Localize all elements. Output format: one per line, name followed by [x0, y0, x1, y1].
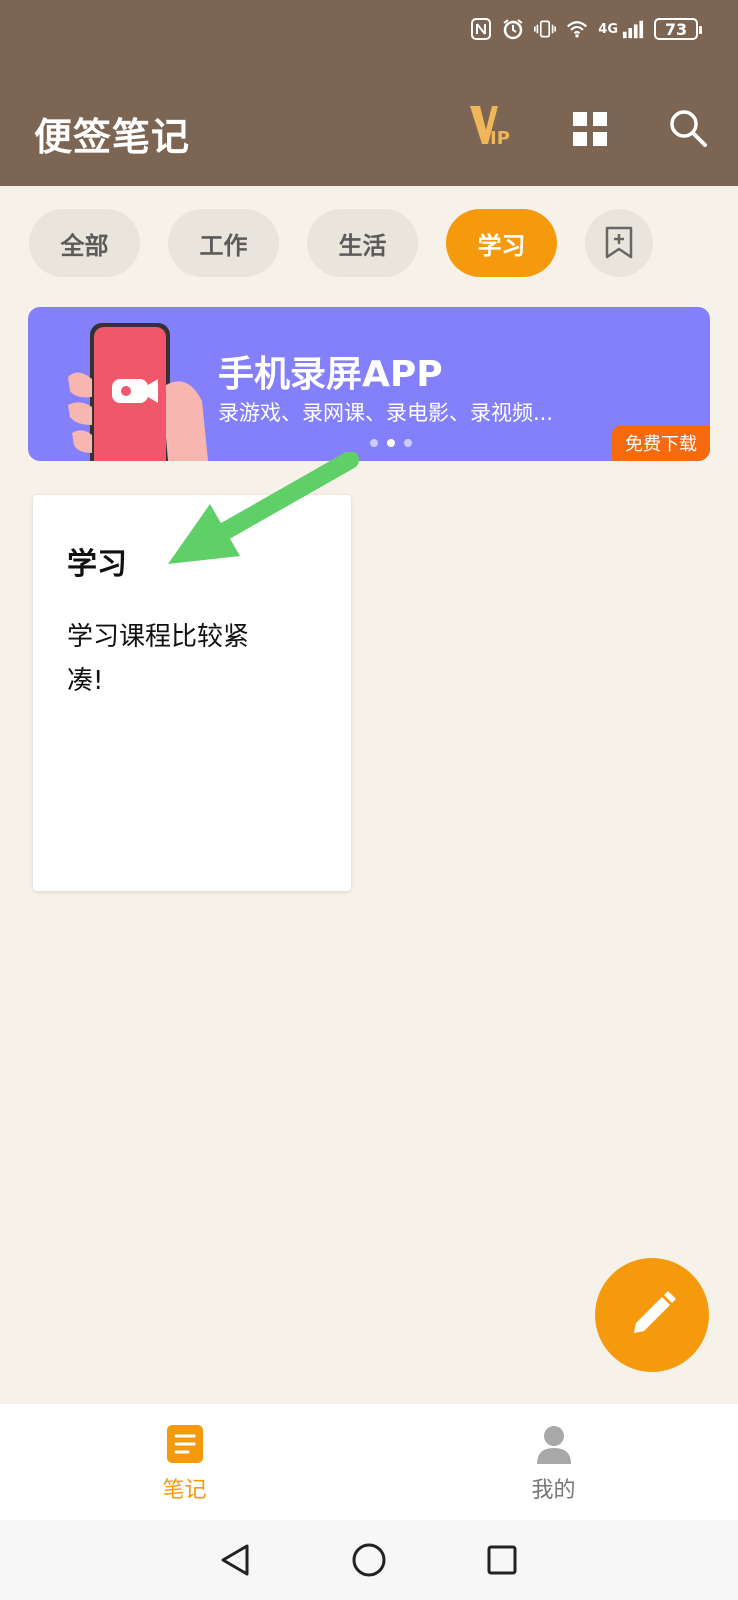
- phone-recorder-illustration: [68, 323, 208, 461]
- wifi-icon: [566, 18, 588, 40]
- promo-banner[interactable]: 手机录屏APP 录游戏、录网课、录电影、录视频... 免费下载: [28, 307, 710, 461]
- carousel-dot-active: [387, 439, 395, 447]
- bottom-nav: 笔记 我的: [0, 1404, 738, 1520]
- home-button[interactable]: [349, 1540, 389, 1580]
- bookmark-add-icon: [605, 226, 633, 259]
- app-title: 便签笔记: [34, 115, 191, 159]
- note-body: 学习课程比较紧凑!: [67, 622, 250, 696]
- back-triangle-icon: [221, 1544, 249, 1576]
- alarm-icon: [502, 18, 524, 40]
- profile-icon: [536, 1426, 571, 1464]
- vip-icon[interactable]: IP: [468, 104, 516, 149]
- grid-view-icon[interactable]: [573, 112, 607, 146]
- recents-button[interactable]: [482, 1540, 522, 1580]
- vibrate-icon: [534, 18, 557, 40]
- annotation-arrow: [168, 452, 359, 564]
- system-nav-bar: [0, 1520, 738, 1600]
- banner-title: 手机录屏APP: [218, 354, 443, 395]
- tab-life[interactable]: 生活: [307, 209, 418, 277]
- back-button[interactable]: [216, 1540, 256, 1580]
- carousel-dot: [370, 439, 378, 447]
- network-type: 4G: [598, 21, 618, 37]
- tab-work[interactable]: 工作: [168, 209, 279, 277]
- category-tabs: 全部 工作 生活 学习: [29, 209, 653, 277]
- pencil-icon: [634, 1291, 676, 1333]
- banner-subtitle: 录游戏、录网课、录电影、录视频...: [218, 401, 554, 425]
- new-note-button[interactable]: [595, 1258, 709, 1372]
- nav-profile-label: 我的: [531, 1478, 576, 1503]
- nfc-icon: [470, 18, 492, 40]
- svg-text:IP: IP: [490, 128, 510, 148]
- note-icon: [166, 1425, 203, 1463]
- nav-profile[interactable]: 我的: [369, 1404, 738, 1520]
- recents-square-icon: [487, 1545, 517, 1575]
- nav-notes[interactable]: 笔记: [0, 1404, 369, 1520]
- tab-all[interactable]: 全部: [29, 209, 140, 277]
- note-title: 学习: [67, 547, 127, 582]
- search-icon[interactable]: [668, 108, 708, 148]
- status-bar: 4G 73: [470, 18, 702, 40]
- tab-study[interactable]: 学习: [446, 209, 557, 277]
- carousel-dot: [404, 439, 412, 447]
- nav-notes-label: 笔记: [162, 1478, 207, 1503]
- home-circle-icon: [352, 1543, 386, 1577]
- download-button[interactable]: 免费下载: [612, 425, 710, 461]
- signal-icon: [622, 18, 644, 40]
- carousel-indicator: [370, 439, 412, 447]
- add-category-button[interactable]: [585, 209, 653, 277]
- battery-indicator: 73: [654, 18, 702, 40]
- app-header: 4G 73 便签笔记 IP: [0, 0, 738, 186]
